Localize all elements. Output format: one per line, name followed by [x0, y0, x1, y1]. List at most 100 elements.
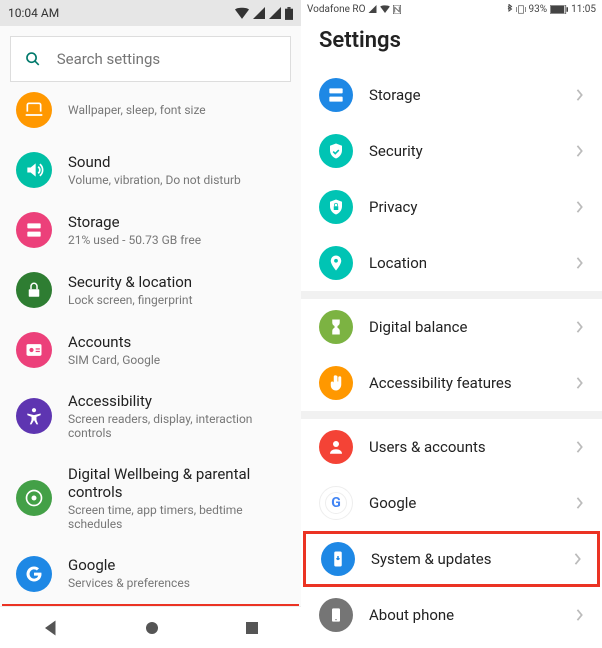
settings-item-system-updates[interactable]: System & updates — [303, 531, 600, 587]
phone-stock-android: 10:04 AM Wallpaper, sleep, font size Sou… — [0, 0, 301, 648]
settings-group: Users & accounts G Google System & updat… — [301, 411, 602, 643]
settings-group: Storage Security Privacy Location — [301, 67, 602, 291]
settings-item-security[interactable]: Security — [301, 123, 602, 179]
status-carrier: Vodafone RO — [307, 4, 365, 15]
item-texts: Storage 21% used - 50.73 GB free — [68, 213, 285, 247]
settings-item-google[interactable]: Google Services & preferences — [0, 544, 301, 604]
item-texts: Digital Wellbeing & parental controls Sc… — [68, 465, 285, 532]
about-icon — [319, 598, 353, 632]
nav-recent-icon[interactable] — [244, 620, 260, 636]
item-subtitle: Screen time, app timers, bedtime schedul… — [68, 503, 285, 532]
location-icon — [319, 246, 353, 280]
item-label: Accounts — [68, 333, 285, 353]
chevron-right-icon — [576, 497, 584, 509]
status-bar: Vodafone RO 93% 11:05 — [301, 0, 602, 18]
chevron-right-icon — [576, 609, 584, 621]
nav-bar — [301, 643, 602, 648]
item-label: Google — [369, 494, 560, 512]
settings-item-sound[interactable]: Sound Volume, vibration, Do not disturb — [0, 140, 301, 200]
nav-back-icon[interactable] — [42, 619, 60, 637]
signal-icon — [368, 5, 377, 13]
status-time: 11:05 — [571, 4, 596, 15]
settings-item-security-location[interactable]: Security & location Lock screen, fingerp… — [0, 260, 301, 320]
item-label: Google — [68, 556, 285, 576]
hand-icon — [319, 366, 353, 400]
settings-item-accounts[interactable]: Accounts SIM Card, Google — [0, 320, 301, 380]
item-label: Users & accounts — [369, 438, 560, 456]
wifi-icon — [380, 5, 390, 13]
item-label: Location — [369, 254, 560, 272]
storage-icon — [319, 78, 353, 112]
signal-icon — [253, 7, 265, 19]
battery-icon — [550, 5, 568, 14]
shield-icon — [319, 134, 353, 168]
settings-group: Digital balance Accessibility features — [301, 291, 602, 411]
item-subtitle: Wallpaper, sleep, font size — [68, 103, 285, 117]
google-icon: G — [319, 486, 353, 520]
item-texts: Accessibility Screen readers, display, i… — [68, 392, 285, 441]
item-texts: Wallpaper, sleep, font size — [68, 103, 285, 117]
search-icon — [25, 50, 41, 68]
item-texts: Sound Volume, vibration, Do not disturb — [68, 153, 285, 187]
search-bar[interactable] — [10, 36, 291, 82]
settings-item-display[interactable]: Wallpaper, sleep, font size — [0, 92, 301, 140]
settings-item-accessibility-features[interactable]: Accessibility features — [301, 355, 602, 411]
bluetooth-icon — [506, 4, 513, 14]
item-subtitle: Lock screen, fingerprint — [68, 293, 285, 307]
status-time: 10:04 AM — [8, 6, 59, 20]
item-subtitle: SIM Card, Google — [68, 353, 285, 367]
settings-item-digital-balance[interactable]: Digital balance — [301, 299, 602, 355]
sound-icon — [16, 152, 52, 188]
privacy-icon — [319, 190, 353, 224]
item-label: Privacy — [369, 198, 560, 216]
settings-item-about-phone[interactable]: About phone — [301, 587, 602, 643]
item-texts: Google Services & preferences — [68, 556, 285, 590]
settings-item-accessibility[interactable]: Accessibility Screen readers, display, i… — [0, 380, 301, 453]
settings-item-storage[interactable]: Storage — [301, 67, 602, 123]
settings-item-storage[interactable]: Storage 21% used - 50.73 GB free — [0, 200, 301, 260]
display-icon — [16, 92, 52, 128]
nav-bar — [0, 606, 301, 648]
item-texts: Security & location Lock screen, fingerp… — [68, 273, 285, 307]
settings-list: Wallpaper, sleep, font size Sound Volume… — [0, 92, 301, 648]
status-icons — [235, 7, 293, 20]
chevron-right-icon — [576, 321, 584, 333]
item-subtitle: 21% used - 50.73 GB free — [68, 233, 285, 247]
page-title: Settings — [301, 18, 602, 67]
chevron-right-icon — [576, 377, 584, 389]
settings-item-location[interactable]: Location — [301, 235, 602, 291]
settings-item-users-accounts[interactable]: Users & accounts — [301, 419, 602, 475]
storage-icon — [16, 212, 52, 248]
settings-item-digital-wellbeing-parental-controls[interactable]: Digital Wellbeing & parental controls Sc… — [0, 453, 301, 544]
balance-icon — [319, 310, 353, 344]
nav-home-icon[interactable] — [143, 619, 161, 637]
lock-icon — [16, 272, 52, 308]
wifi-icon — [235, 7, 249, 19]
item-label: System & updates — [371, 550, 558, 568]
item-label: Digital balance — [369, 318, 560, 336]
item-label: Storage — [68, 213, 285, 233]
item-texts: Accounts SIM Card, Google — [68, 333, 285, 367]
item-subtitle: Volume, vibration, Do not disturb — [68, 173, 285, 187]
signal-icon-2 — [269, 7, 281, 19]
item-label: About phone — [369, 606, 560, 624]
nfc-icon — [393, 5, 401, 14]
chevron-right-icon — [576, 257, 584, 269]
status-bar: 10:04 AM — [0, 0, 301, 26]
search-input[interactable] — [57, 50, 276, 68]
item-label: Storage — [369, 86, 560, 104]
chevron-right-icon — [576, 441, 584, 453]
chevron-right-icon — [574, 553, 582, 565]
item-label: Accessibility — [68, 392, 285, 412]
status-battery-pct: 93% — [529, 4, 548, 15]
vibrate-icon — [516, 5, 526, 14]
item-label: Sound — [68, 153, 285, 173]
item-label: Security & location — [68, 273, 285, 293]
settings-item-google[interactable]: G Google — [301, 475, 602, 531]
item-subtitle: Services & preferences — [68, 576, 285, 590]
wellbeing-icon — [16, 480, 52, 516]
chevron-right-icon — [576, 201, 584, 213]
settings-item-privacy[interactable]: Privacy — [301, 179, 602, 235]
search-container — [0, 26, 301, 92]
system-icon — [321, 542, 355, 576]
